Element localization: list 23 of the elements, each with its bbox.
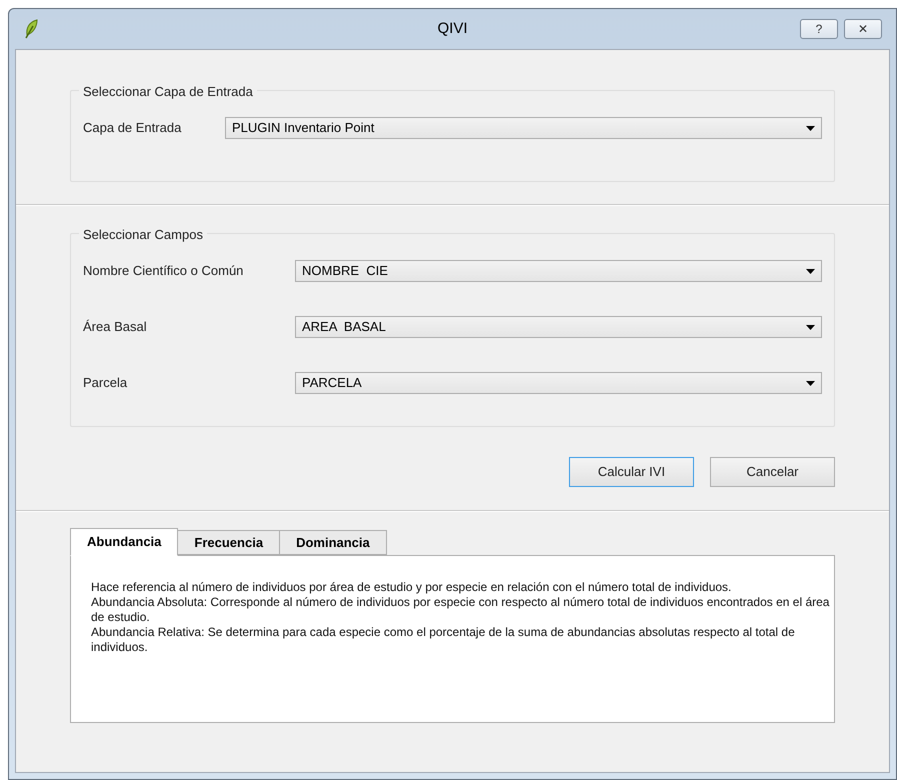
caret-icon [806,126,815,130]
caret-icon [806,268,815,274]
description-text: Abundancia Absoluta: Corresponde al número de individuos por especie con respecto al número total de individuos encontrados en el área de estudio. [91,595,830,625]
dropdown[interactable]: AREA BASAL [295,316,822,338]
title-bar-button[interactable]: ? [800,19,838,39]
dialog-button[interactable]: Cancelar [710,457,835,487]
caret-icon [806,380,815,386]
title-bar-button[interactable]: ✕ [844,19,882,39]
field-label: Capa de Entrada [83,119,182,138]
description-text: Hace referencia al número de individuos por área de estudio y por especie en relación con el número total de individuos. [91,580,732,595]
dropdown[interactable]: NOMBRE CIE [295,260,822,282]
tab[interactable]: Frecuencia [177,530,280,555]
field-label: Parcela [83,374,128,392]
field-label: Área Basal [83,318,148,336]
dialog-button[interactable]: Calcular IVI [569,457,694,487]
description-text: Abundancia Relativa: Se determina para cada especie como el porcentaje de la suma de abundancias absolutas respecto al total de individuos. [91,625,796,655]
dropdown[interactable]: PLUGIN Inventario Point [225,117,822,139]
dropdown[interactable]: PARCELA [295,372,822,394]
field-label: Nombre Científico o Común [83,262,244,280]
caret-icon [806,324,815,330]
tab[interactable]: Abundancia [70,528,178,556]
window-title: QIVI [438,18,468,39]
tab[interactable]: Dominancia [279,530,387,555]
